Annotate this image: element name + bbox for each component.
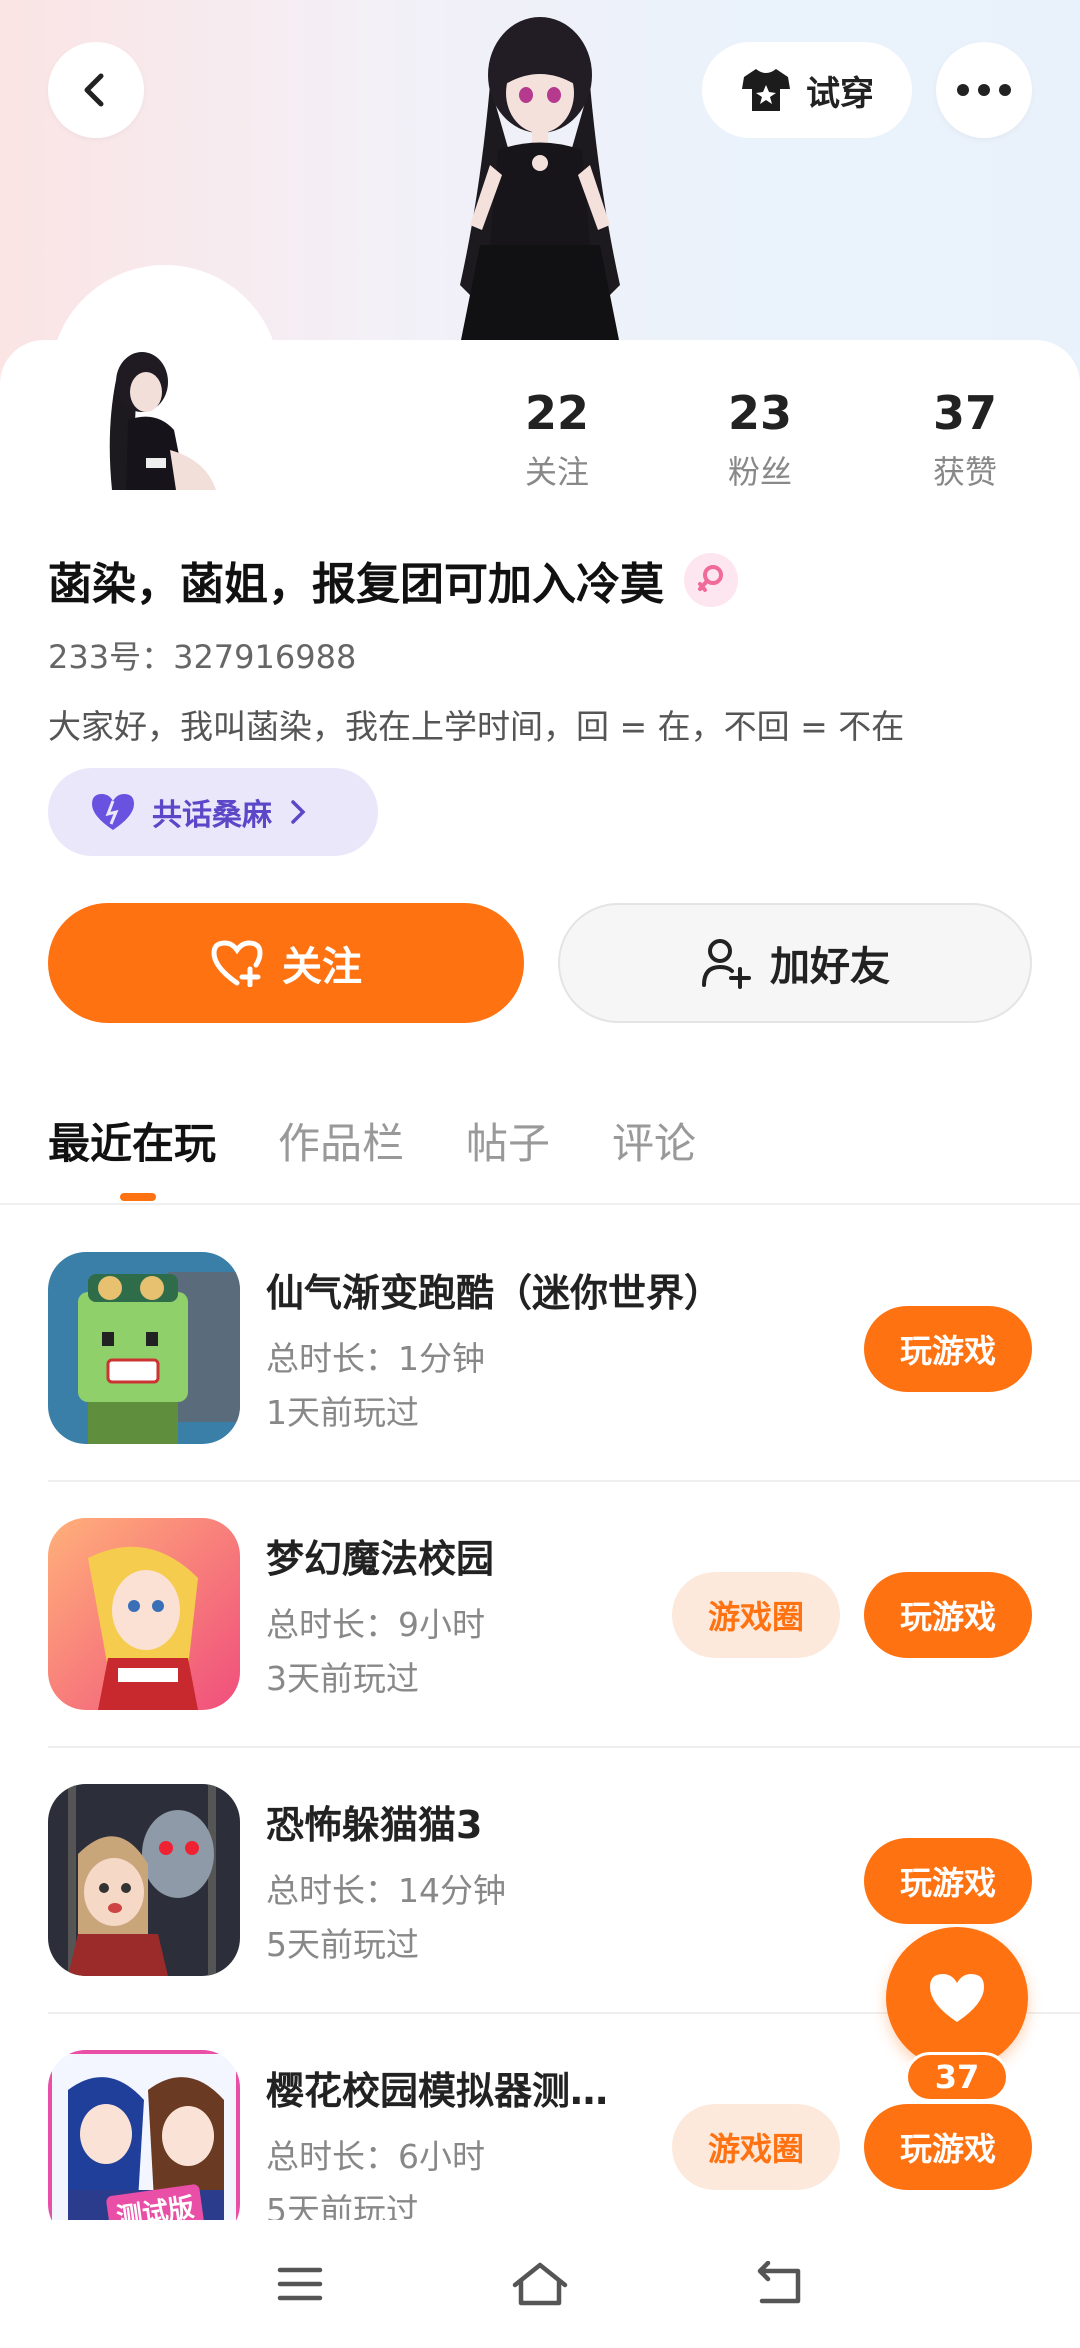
like-count-badge: 37 [905,2052,1009,2102]
tab-posts[interactable]: 帖子 [466,1110,550,1171]
add-friend-label: 加好友 [770,944,890,990]
topic-tag-label: 共话桑麻 [152,798,272,833]
game-last-played: 3天前玩过 [266,1659,419,1698]
avatar-3d-character [460,17,620,345]
avatar[interactable] [66,340,266,500]
heart-icon [930,1974,984,2022]
chevron-left-icon [84,73,104,107]
home-icon[interactable] [500,2244,580,2324]
game-circle-button[interactable]: 游戏圈 [672,2104,840,2190]
stat-followers[interactable]: 23 粉丝 [680,385,840,493]
stat-following-value: 22 [524,386,589,440]
game-list-item[interactable]: 梦幻魔法校园 总时长：9小时 3天前玩过 游戏圈 玩游戏 [48,1518,1032,1784]
system-nav-bar [0,2220,1080,2348]
nickname: 菡染，菡姐，报复团可加入冷莫 [48,559,664,610]
game-icon [48,1784,240,1976]
like-fab-button[interactable] [886,1927,1028,2069]
play-game-button[interactable]: 玩游戏 [864,1838,1032,1924]
game-title: 仙气渐变跑酷（迷你世界） [266,1271,723,1315]
nickname-row: 菡染，菡姐，报复团可加入冷莫 [48,548,738,612]
play-game-button[interactable]: 玩游戏 [864,1572,1032,1658]
game-last-played: 5天前玩过 [266,1925,419,1964]
game-circle-button[interactable]: 游戏圈 [672,1572,840,1658]
user-plus-icon [702,939,751,989]
female-icon [684,553,738,607]
game-duration: 总时长：14分钟 [266,1871,506,1910]
chevron-right-icon [291,800,306,824]
tab-works[interactable]: 作品栏 [278,1110,404,1171]
bio: 大家好，我叫菡染，我在上学时间，回 = 在，不回 = 不在 [48,707,905,746]
game-icon [48,1518,240,1710]
stat-following-label: 关注 [524,453,589,491]
play-game-button[interactable]: 玩游戏 [864,1306,1032,1392]
game-duration: 总时长：9小时 [266,1605,485,1644]
user-id: 233号：327916988 [48,638,357,676]
avatar-image [109,352,216,490]
follow-label: 关注 [282,944,362,990]
game-list-item[interactable]: 测试版 樱花校园模拟器测… 总时长：6小时 5天前玩过 游戏圈 玩游戏 [48,2050,1032,2220]
game-title: 梦幻魔法校园 [266,1537,495,1581]
add-friend-button[interactable]: 加好友 [558,903,1032,1023]
tab-comments[interactable]: 评论 [612,1110,696,1171]
tshirt-icon [742,69,790,111]
divider [48,1480,1080,1482]
stat-followers-value: 23 [727,386,792,440]
back-nav-icon[interactable] [740,2244,820,2324]
stat-following[interactable]: 22 关注 [477,385,637,493]
game-last-played: 1天前玩过 [266,1393,419,1432]
back-button[interactable] [48,42,144,138]
divider [48,1746,1080,1748]
game-title: 恐怖躲猫猫3 [266,1803,483,1847]
profile-tabs: 最近在玩 作品栏 帖子 评论 [48,1110,696,1171]
menu-icon[interactable] [260,2244,340,2324]
game-title: 樱花校园模拟器测… [266,2069,609,2113]
game-duration: 总时长：6小时 [266,2137,485,2176]
stat-likes-label: 获赞 [932,453,997,491]
game-duration: 总时长：1分钟 [266,1339,485,1378]
tab-active-indicator [120,1193,156,1201]
stat-likes-value: 37 [932,386,997,440]
tab-recent-games[interactable]: 最近在玩 [48,1110,216,1171]
divider [0,1203,1080,1205]
game-icon [48,1252,240,1444]
game-list-item[interactable]: 仙气渐变跑酷（迷你世界） 总时长：1分钟 1天前玩过 玩游戏 [48,1252,1032,1518]
try-on-button[interactable]: 试穿 [702,42,912,138]
more-dots-icon [957,84,1011,96]
try-on-label: 试穿 [806,73,874,114]
game-icon: 测试版 [48,2050,240,2220]
more-button[interactable] [936,42,1032,138]
follow-button[interactable]: 关注 [48,903,524,1023]
stat-likes[interactable]: 37 获赞 [885,385,1045,493]
play-game-button[interactable]: 玩游戏 [864,2104,1032,2190]
game-list-item[interactable]: 恐怖躲猫猫3 总时长：14分钟 5天前玩过 玩游戏 [48,1784,1032,2050]
topic-tag-button[interactable]: 共话桑麻 [48,768,378,856]
heart-icon [92,794,134,830]
heart-plus-icon [211,940,263,987]
stat-followers-label: 粉丝 [727,453,792,491]
game-last-played: 5天前玩过 [266,2191,419,2220]
